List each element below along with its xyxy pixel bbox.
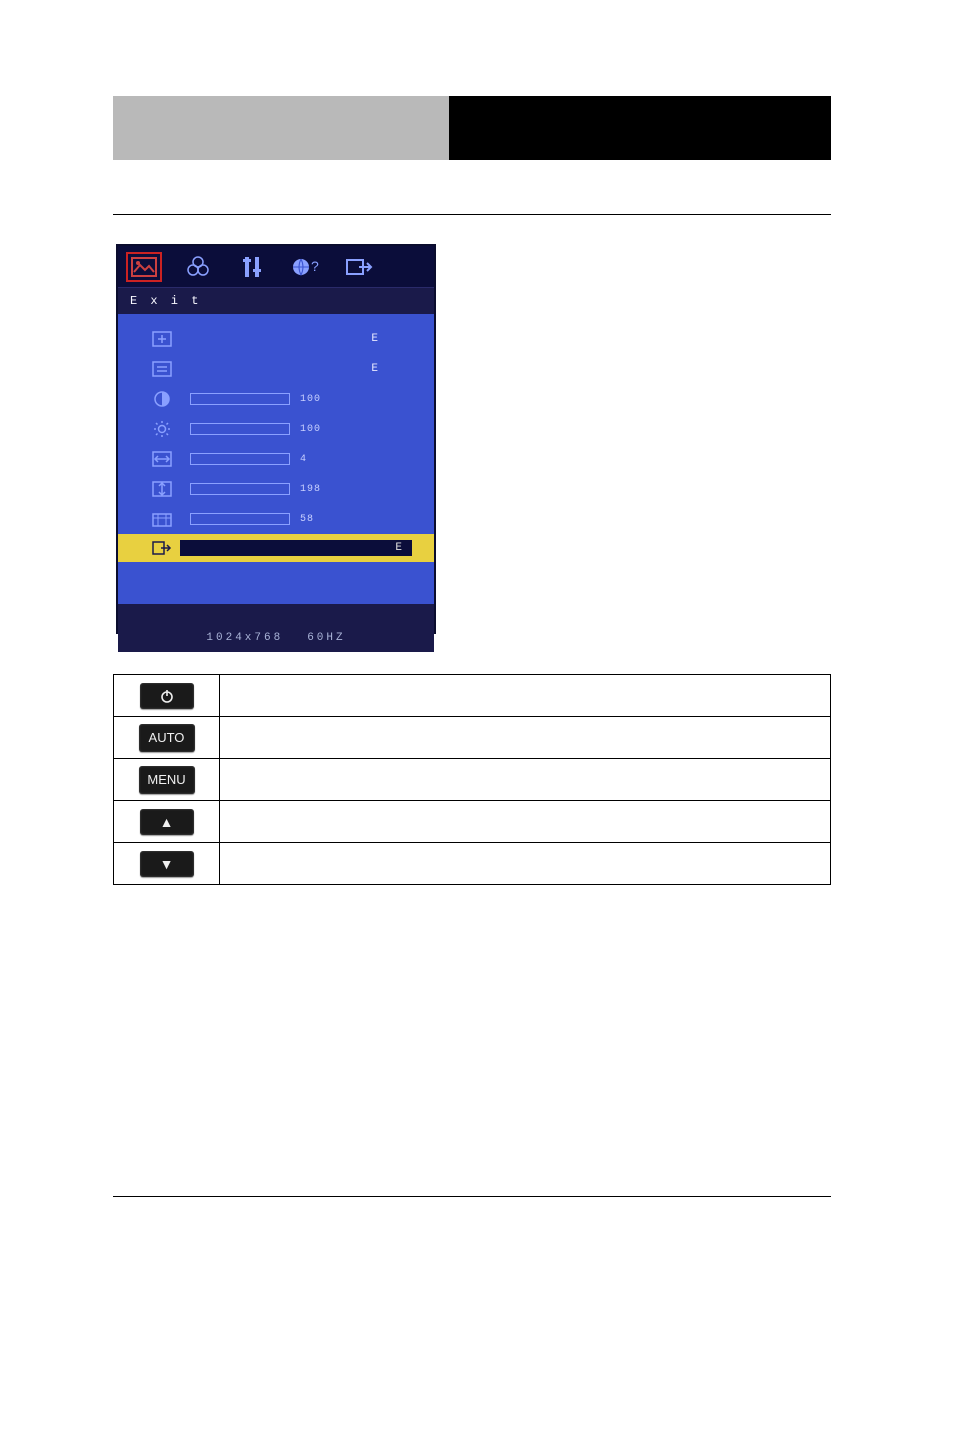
osd-row-mark: E xyxy=(371,333,380,345)
osd-row-contrast[interactable]: 100 xyxy=(132,384,420,414)
osd-footer: 1024x768 60HZ xyxy=(118,604,434,652)
osd-value: 198 xyxy=(300,484,336,495)
vpos-icon xyxy=(150,480,174,498)
down-button[interactable]: ▼ xyxy=(140,851,194,877)
osd-tab-picture[interactable] xyxy=(126,252,162,282)
osd-value: 4 xyxy=(300,454,336,465)
rect-plus-icon xyxy=(150,330,174,348)
osd-resolution: 1024x768 xyxy=(206,632,283,644)
up-desc xyxy=(220,801,831,843)
osd-slider[interactable] xyxy=(190,453,290,465)
table-row: AUTO xyxy=(114,717,831,759)
down-desc xyxy=(220,843,831,885)
osd-highlight-bar: E xyxy=(180,540,412,556)
osd-value: 100 xyxy=(300,424,336,435)
brightness-icon xyxy=(150,420,174,438)
power-button[interactable] xyxy=(140,683,194,709)
osd-row-mark: E xyxy=(371,363,380,375)
hpos-icon xyxy=(150,450,174,468)
controls-table: AUTO MENU ▲ ▼ xyxy=(113,674,831,885)
osd-row-autocolor[interactable]: E xyxy=(132,354,420,384)
osd-row-autoadjust[interactable]: E xyxy=(132,324,420,354)
osd-screenshot: ? E x i t E E 100 xyxy=(116,244,436,634)
osd-row-hposition[interactable]: 4 xyxy=(132,444,420,474)
table-row xyxy=(114,675,831,717)
osd-tab-exit[interactable] xyxy=(342,252,378,282)
osd-tab-language[interactable]: ? xyxy=(288,252,324,282)
menu-desc xyxy=(220,759,831,801)
osd-value: 58 xyxy=(300,514,336,525)
header-left-block xyxy=(113,96,449,160)
osd-tab-rgb[interactable] xyxy=(180,252,216,282)
header-bar xyxy=(113,96,831,160)
contrast-icon xyxy=(150,390,174,408)
up-button[interactable]: ▲ xyxy=(140,809,194,835)
osd-slider[interactable] xyxy=(190,513,290,525)
osd-slider[interactable] xyxy=(190,423,290,435)
osd-refresh: 60HZ xyxy=(307,632,345,644)
osd-tab-tools[interactable] xyxy=(234,252,270,282)
exit-arrow-icon xyxy=(150,539,174,557)
divider-top xyxy=(113,214,831,215)
divider-bottom xyxy=(113,1196,831,1197)
osd-tab-bar: ? xyxy=(118,246,434,288)
osd-slider[interactable] xyxy=(190,393,290,405)
table-row: MENU xyxy=(114,759,831,801)
osd-row-exit-highlight[interactable]: E xyxy=(118,534,434,562)
header-right-block xyxy=(449,96,831,160)
rect-lines-icon xyxy=(150,360,174,378)
svg-text:?: ? xyxy=(311,258,321,274)
osd-exit-label: E x i t xyxy=(118,288,434,314)
osd-highlight-mark: E xyxy=(395,542,404,554)
menu-button[interactable]: MENU xyxy=(139,766,195,794)
clock-icon xyxy=(150,510,174,528)
table-row: ▲ xyxy=(114,801,831,843)
table-row: ▼ xyxy=(114,843,831,885)
osd-row-brightness[interactable]: 100 xyxy=(132,414,420,444)
osd-value: 100 xyxy=(300,394,336,405)
auto-button[interactable]: AUTO xyxy=(139,724,195,752)
osd-row-vposition[interactable]: 198 xyxy=(132,474,420,504)
auto-desc xyxy=(220,717,831,759)
osd-row-clock[interactable]: 58 xyxy=(132,504,420,534)
power-desc xyxy=(220,675,831,717)
osd-slider[interactable] xyxy=(190,483,290,495)
osd-body: E E 100 100 4 xyxy=(118,314,434,604)
